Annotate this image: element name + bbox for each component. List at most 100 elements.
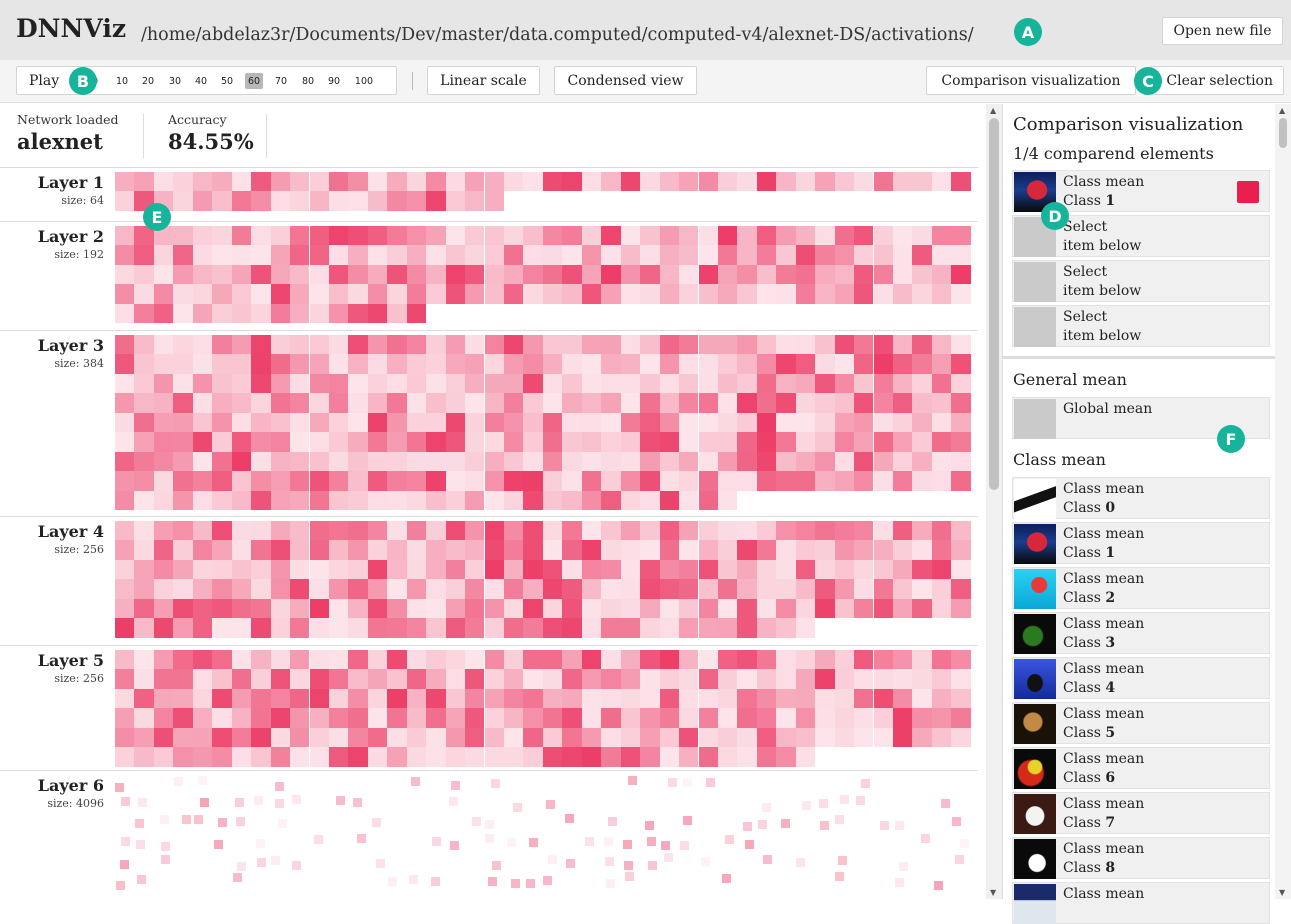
activation-cell[interactable] bbox=[679, 471, 699, 491]
activation-cell[interactable] bbox=[115, 521, 135, 541]
activation-cell[interactable] bbox=[153, 688, 174, 709]
activation-cell[interactable] bbox=[465, 708, 485, 728]
activation-cell[interactable] bbox=[426, 490, 446, 510]
activation-cell[interactable] bbox=[601, 669, 621, 689]
activation-cell[interactable] bbox=[698, 650, 718, 670]
activation-cell[interactable] bbox=[834, 451, 855, 472]
activation-cell[interactable] bbox=[644, 821, 654, 831]
activation-cell[interactable] bbox=[951, 521, 971, 541]
activation-cell[interactable] bbox=[153, 412, 174, 433]
activation-cell[interactable] bbox=[737, 373, 757, 394]
activation-cell[interactable] bbox=[212, 490, 232, 510]
activation-cell[interactable] bbox=[776, 432, 796, 452]
condensed-view-button[interactable]: Condensed view bbox=[554, 66, 697, 95]
activation-cell[interactable] bbox=[854, 451, 874, 472]
activation-cell[interactable] bbox=[465, 264, 485, 285]
activation-cell[interactable] bbox=[620, 226, 641, 246]
activation-cell[interactable] bbox=[251, 335, 271, 355]
main-scrollbar[interactable]: ▲ ▼ bbox=[986, 104, 1002, 899]
activation-cell[interactable] bbox=[426, 579, 446, 599]
activation-cell[interactable] bbox=[620, 579, 641, 599]
activation-cell[interactable] bbox=[387, 598, 407, 619]
activation-cell[interactable] bbox=[504, 284, 524, 304]
activation-cell[interactable] bbox=[251, 191, 271, 211]
activation-cell[interactable] bbox=[134, 708, 154, 728]
activation-cell[interactable] bbox=[212, 579, 232, 599]
activation-cell[interactable] bbox=[409, 875, 419, 885]
activation-cell[interactable] bbox=[951, 816, 961, 826]
activation-cell[interactable] bbox=[873, 354, 893, 374]
activation-cell[interactable] bbox=[134, 172, 154, 192]
activation-cell[interactable] bbox=[290, 432, 310, 452]
activation-cell[interactable] bbox=[640, 393, 660, 413]
class-mean-item[interactable]: Class mean bbox=[1012, 882, 1270, 924]
activation-cell[interactable] bbox=[173, 747, 193, 767]
activation-cell[interactable] bbox=[212, 191, 232, 211]
activation-cell[interactable] bbox=[698, 747, 718, 767]
activation-cell[interactable] bbox=[744, 840, 754, 850]
activation-cell[interactable] bbox=[951, 708, 971, 728]
activation-cell[interactable] bbox=[214, 840, 224, 850]
activation-cell[interactable] bbox=[893, 412, 913, 433]
activation-cell[interactable] bbox=[951, 432, 971, 452]
activation-cell[interactable] bbox=[173, 451, 193, 472]
activation-cell[interactable] bbox=[504, 669, 524, 689]
activation-cell[interactable] bbox=[270, 855, 280, 865]
activation-cell[interactable] bbox=[581, 618, 602, 638]
activation-cell[interactable] bbox=[581, 727, 602, 748]
activation-cell[interactable] bbox=[160, 842, 170, 852]
activation-cell[interactable] bbox=[426, 335, 446, 355]
activation-cell[interactable] bbox=[756, 521, 777, 541]
activation-cell[interactable] bbox=[173, 335, 193, 355]
activation-cell[interactable] bbox=[231, 191, 252, 211]
activation-cell[interactable] bbox=[309, 451, 329, 472]
activation-cell[interactable] bbox=[290, 727, 310, 748]
activation-cell[interactable] bbox=[290, 669, 310, 689]
activation-cell[interactable] bbox=[601, 618, 621, 638]
activation-cell[interactable] bbox=[387, 451, 407, 472]
activation-cell[interactable] bbox=[562, 650, 582, 670]
activation-cell[interactable] bbox=[348, 559, 368, 580]
activation-cell[interactable] bbox=[367, 335, 388, 355]
activation-cell[interactable] bbox=[512, 802, 522, 812]
activation-cell[interactable] bbox=[679, 245, 699, 265]
activation-cell[interactable] bbox=[328, 451, 349, 472]
activation-cell[interactable] bbox=[620, 559, 641, 580]
activation-cell[interactable] bbox=[367, 579, 388, 599]
activation-cell[interactable] bbox=[231, 598, 252, 619]
activation-cell[interactable] bbox=[776, 669, 796, 689]
activation-cell[interactable] bbox=[545, 799, 555, 809]
activation-cell[interactable] bbox=[912, 559, 932, 580]
activation-cell[interactable] bbox=[912, 540, 932, 560]
activation-cell[interactable] bbox=[115, 618, 135, 638]
activation-cell[interactable] bbox=[153, 303, 174, 324]
activation-cell[interactable] bbox=[542, 708, 563, 728]
activation-cell[interactable] bbox=[212, 618, 232, 638]
activation-cell[interactable] bbox=[426, 688, 446, 709]
activation-cell[interactable] bbox=[484, 335, 504, 355]
activation-cell[interactable] bbox=[795, 471, 816, 491]
activation-cell[interactable] bbox=[367, 264, 388, 285]
activation-cell[interactable] bbox=[290, 471, 310, 491]
activation-cell[interactable] bbox=[309, 471, 329, 491]
activation-cell[interactable] bbox=[465, 650, 485, 670]
activation-cell[interactable] bbox=[667, 778, 677, 788]
epoch-40[interactable]: 40 bbox=[192, 73, 210, 89]
activation-cell[interactable] bbox=[951, 579, 971, 599]
activation-cell[interactable] bbox=[640, 618, 660, 638]
activation-cell[interactable] bbox=[620, 618, 641, 638]
activation-cell[interactable] bbox=[542, 521, 563, 541]
activation-cell[interactable] bbox=[931, 650, 952, 670]
activation-cell[interactable] bbox=[542, 451, 563, 472]
activation-cell[interactable] bbox=[737, 226, 757, 246]
activation-cell[interactable] bbox=[912, 688, 932, 709]
activation-cell[interactable] bbox=[290, 191, 310, 211]
activation-cell[interactable] bbox=[542, 335, 563, 355]
activation-cell[interactable] bbox=[290, 335, 310, 355]
activation-cell[interactable] bbox=[834, 579, 855, 599]
activation-cell[interactable] bbox=[931, 598, 952, 619]
activation-cell[interactable] bbox=[920, 834, 930, 844]
activation-cell[interactable] bbox=[328, 373, 349, 394]
activation-cell[interactable] bbox=[309, 335, 329, 355]
activation-cell[interactable] bbox=[931, 451, 952, 472]
